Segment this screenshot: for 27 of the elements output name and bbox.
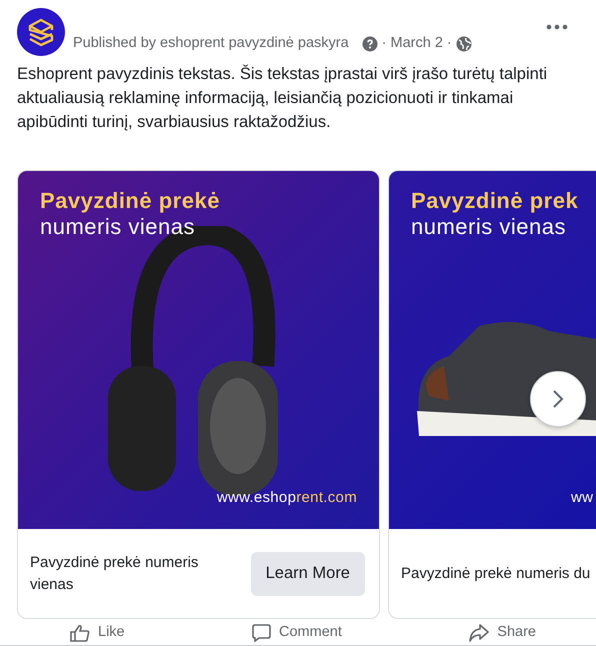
- website-url: www.eshoprent.com: [216, 488, 357, 508]
- product-subtitle: numeris vienas: [411, 214, 566, 240]
- card-caption: Pavyzdinė prekė numeris vienas: [30, 552, 200, 595]
- carousel-card[interactable]: Pavyzdinė prek numeris vienas ww Pavyzdinė prekė numeris du: [388, 170, 596, 619]
- speech-bubble-icon: [252, 624, 272, 642]
- action-button[interactable]: Share: [497, 622, 536, 644]
- card-caption: Pavyzdinė prekė numeris du: [401, 564, 590, 584]
- carousel-card[interactable]: Pavyzdinė prekė numeris vienas www.eshoprent.com Pavyzdinė prekė numeris vienas Learn More: [17, 170, 380, 619]
- publisher-text: Published by eshoprent pavyzdinė paskyra: [73, 34, 349, 54]
- help-icon[interactable]: [362, 36, 378, 52]
- learn-more-button[interactable]: Learn More: [250, 552, 365, 596]
- separator-dot: ·: [382, 34, 387, 54]
- post-text: Eshoprent pavyzdinis tekstas. Šis tekstas įprastai virš įrašo turėtų talpinti aktualiausią reklaminę informaciją, leisiančią pozicionuoti ir tinkamai apibūdinti turinį, svarbiausius raktažodžius.: [16, 64, 548, 133]
- thumbs-up-icon: [70, 624, 90, 642]
- action-button[interactable]: Like: [98, 622, 125, 644]
- share-arrow-icon: [469, 624, 490, 642]
- stacked-layers-logo-icon: [26, 17, 56, 47]
- product-title: Pavyzdinė prekė: [40, 188, 220, 214]
- separator-dot: ·: [446, 34, 452, 54]
- post-date[interactable]: March 2: [390, 33, 443, 55]
- website-url: ww: [571, 488, 594, 508]
- product-subtitle: numeris vienas: [40, 214, 195, 240]
- globe-icon: [456, 36, 472, 52]
- action-button[interactable]: Comment: [279, 622, 342, 644]
- page-avatar[interactable]: [17, 8, 65, 56]
- chevron-right-icon: [551, 388, 565, 410]
- product-title: Pavyzdinė prek: [411, 188, 578, 214]
